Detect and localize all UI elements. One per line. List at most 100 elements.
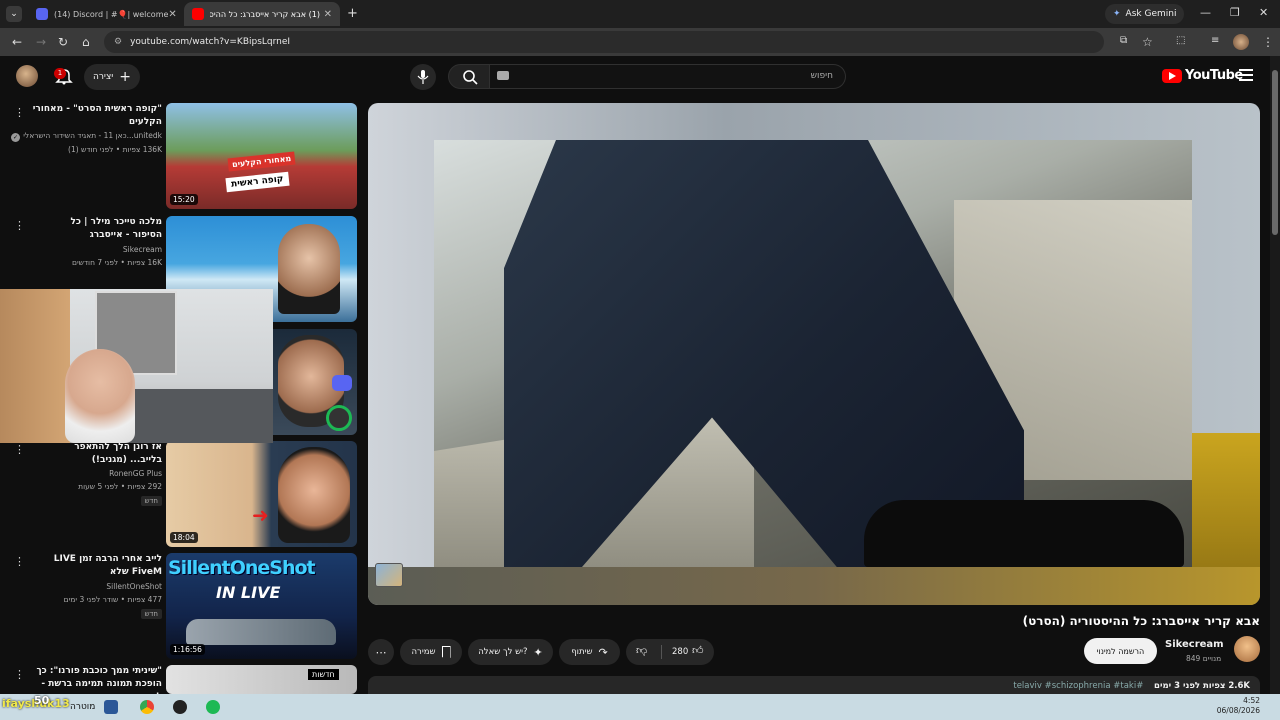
search-placeholder: חיפוש — [810, 71, 833, 81]
save-label: שמירה — [411, 647, 436, 657]
list-item[interactable]: ⋮ אז רונן הלך להתאפר בלייב... (מגניב!) R… — [0, 441, 360, 549]
bookmark-star-icon[interactable]: ☆ — [1142, 35, 1153, 49]
video-title[interactable]: "שיניתי ממך כוכבת פורנו": כך הופכת תמונה… — [12, 665, 162, 694]
thumbnail[interactable]: SillentOneShot IN LIVE 1:16:56 — [166, 553, 357, 659]
channel-name[interactable]: SillentOneShot — [12, 582, 162, 591]
gemini-icon: ✦ — [1113, 9, 1121, 19]
verified-icon: ✓ — [11, 133, 20, 142]
video-title[interactable]: מלכה טייכר מילר | כל הסיפור - אייסברג — [42, 216, 162, 242]
new-tab-button[interactable]: + — [347, 6, 358, 21]
save-button[interactable]: שמירה — [400, 639, 462, 665]
search-input[interactable]: חיפוש — [489, 64, 846, 89]
reload-button[interactable]: ↻ — [58, 35, 68, 49]
app-icon[interactable] — [104, 700, 118, 714]
thumbs-up-icon: 👍︎ — [692, 644, 704, 657]
browser-menu-icon[interactable]: ⋮ — [1262, 35, 1274, 49]
home-button[interactable]: ⌂ — [82, 35, 90, 49]
share-button[interactable]: שיתוף ↷ — [559, 639, 620, 665]
divider — [661, 645, 662, 659]
taskbar-clock[interactable]: 4:52 06/08/2026 — [1217, 696, 1260, 716]
back-button[interactable]: ← — [12, 35, 22, 49]
video-title[interactable]: לייב אחרי הרבה זמן LIVE FiveM שלא — [42, 553, 162, 579]
browser-tab-bar: ⌄ (14) Discord | #🎈| welcome ✕ (1) אבא ק… — [0, 0, 1280, 28]
ask-button[interactable]: יש לך שאלה? ✦ — [468, 639, 553, 665]
forward-button[interactable]: → — [36, 35, 46, 49]
voice-search-button[interactable] — [410, 64, 436, 90]
subscribe-button[interactable]: הרשמה למינוי — [1084, 638, 1157, 664]
clock-date: 06/08/2026 — [1216, 706, 1260, 715]
thumb-car — [186, 619, 336, 645]
url-input[interactable]: ⚙ youtube.com/watch?v=KBipsLqrneI — [104, 31, 1104, 53]
tab-youtube[interactable]: (1) אבא קריר אייסברג: כל ההיסטוריה ✕ — [184, 2, 340, 26]
keyboard-icon[interactable] — [497, 71, 509, 80]
thumbnail[interactable]: חדשות — [166, 665, 357, 694]
video-meta: 477 צפיות • שודר לפני 3 ימים — [63, 595, 162, 604]
hashtags[interactable]: #telaviv #schizophrenia #taki — [1013, 681, 1143, 691]
ask-label: יש לך שאלה? — [478, 647, 528, 657]
avatar[interactable] — [16, 65, 38, 87]
thumbnail[interactable]: ➜ 18:04 — [166, 441, 357, 547]
thumb-face — [278, 224, 340, 314]
microphone-icon — [417, 70, 429, 84]
create-label: יצירה — [92, 72, 114, 82]
create-button[interactable]: יצירה + — [84, 64, 140, 90]
more-options-icon[interactable]: ⋮ — [14, 443, 25, 456]
player-overlay-thumbnail[interactable] — [375, 563, 403, 587]
video-title[interactable]: "קופה ראשית הסרט" - מאחורי הקלעים — [12, 103, 162, 129]
sparkle-icon: ✦ — [533, 645, 543, 659]
channel-name[interactable]: unitedk...כאן 11 - תאגיד השידור הישראלי — [12, 131, 162, 140]
maximize-button[interactable]: ❐ — [1230, 6, 1240, 19]
window-close-button[interactable]: ✕ — [1259, 6, 1268, 19]
channel-name[interactable]: Sikecream — [12, 245, 162, 254]
tab-discord[interactable]: (14) Discord | #🎈| welcome ✕ — [28, 2, 180, 26]
channel-name[interactable]: Sikecream — [1165, 639, 1224, 650]
youtube-logo[interactable]: YouTube — [1162, 68, 1243, 83]
search-icon — [463, 70, 478, 85]
description-bar[interactable]: 2.6K צפיות לפני 3 ימים #telaviv #schizop… — [368, 676, 1260, 694]
more-actions-button[interactable]: ⋯ — [368, 639, 394, 665]
thumb-subtitle: IN LIVE — [216, 583, 281, 602]
close-icon[interactable]: ✕ — [324, 9, 332, 20]
ask-gemini-button[interactable]: ✦ Ask Gemini — [1105, 4, 1185, 24]
webcam-overlay — [0, 289, 273, 443]
more-options-icon[interactable]: ⋮ — [14, 555, 25, 568]
video-title[interactable]: אז רונן הלך להתאפר בלייב... (מגניב!) — [42, 441, 162, 467]
tab-youtube-label: (1) אבא קריר אייסברג: כל ההיסטוריה — [210, 9, 320, 19]
close-icon[interactable]: ✕ — [168, 9, 176, 20]
channel-name[interactable]: RonenGG Plus — [12, 469, 162, 478]
channel-avatar[interactable] — [1234, 636, 1260, 662]
thumb-title: SillentOneShot — [168, 557, 316, 579]
spotify-icon[interactable] — [206, 700, 220, 714]
thumbnail[interactable]: מאחורי הקלעים קופה ראשית 15:20 — [166, 103, 357, 209]
list-item[interactable]: ⋮ "קופה ראשית הסרט" - מאחורי הקלעים unit… — [0, 103, 360, 211]
spotify-icon — [326, 405, 352, 431]
app-icon[interactable] — [173, 700, 187, 714]
plus-icon: + — [119, 69, 132, 85]
site-info-icon[interactable]: ⚙ — [114, 37, 122, 47]
video-meta: 292 צפיות • לפני 5 שעות — [78, 482, 162, 491]
chrome-icon[interactable] — [140, 700, 154, 714]
clock-time: 4:52 — [1243, 696, 1260, 705]
media-icon[interactable]: ≡ — [1211, 35, 1219, 46]
tab-search-icon[interactable]: ⌄ — [6, 6, 22, 22]
notification-badge: 1 — [54, 68, 66, 79]
like-count: 280 — [672, 647, 689, 657]
stream-overlay-score: 50 — [34, 694, 50, 707]
taskbar-label: מוטרה — [70, 702, 96, 712]
more-options-icon[interactable]: ⋮ — [14, 219, 25, 232]
youtube-icon — [192, 8, 204, 20]
video-player[interactable] — [368, 103, 1260, 605]
address-bar-row: ← → ↻ ⌂ ⚙ youtube.com/watch?v=KBipsLqrne… — [0, 28, 1280, 56]
thumb-banner: מאחורי הקלעים — [227, 151, 296, 172]
list-item[interactable]: ⋮ לייב אחרי הרבה זמן LIVE FiveM שלא Sill… — [0, 553, 360, 661]
like-button[interactable]: 👎︎ 280 👍︎ — [626, 639, 714, 665]
minimize-button[interactable]: — — [1200, 6, 1211, 19]
list-item[interactable]: ⋮ "שיניתי ממך כוכבת פורנו": כך הופכת תמו… — [0, 665, 360, 694]
youtube-play-icon — [1162, 68, 1182, 83]
profile-avatar[interactable] — [1233, 34, 1249, 50]
extensions-icon[interactable]: ⬚ — [1176, 35, 1185, 46]
dislike-icon[interactable]: 👎︎ — [636, 644, 647, 657]
install-icon[interactable]: ⧉ — [1120, 35, 1127, 46]
search-button[interactable] — [448, 64, 490, 89]
scrollbar-thumb[interactable] — [1272, 70, 1278, 235]
